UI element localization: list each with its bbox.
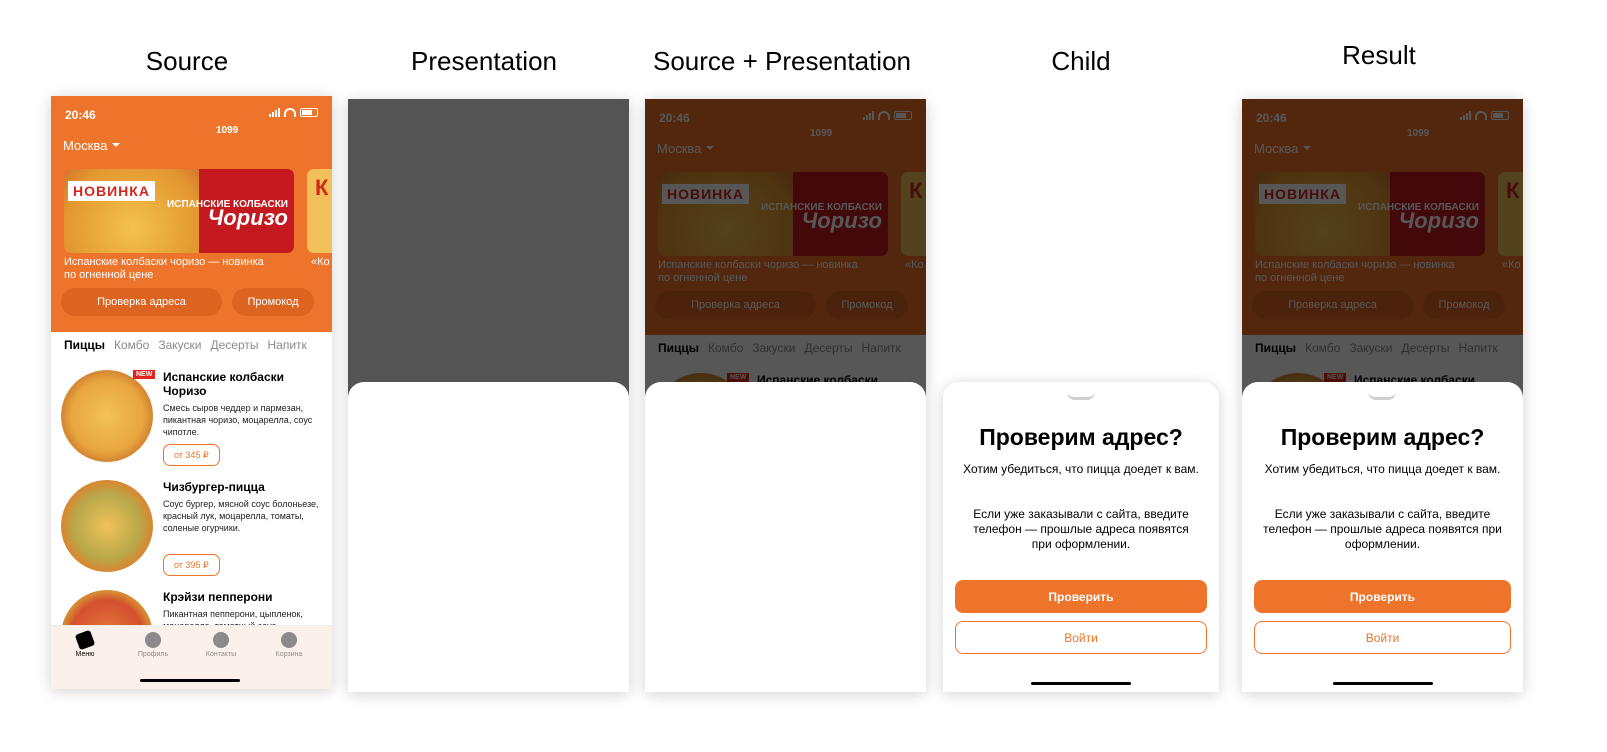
address-sheet: Проверим адрес? Хотим убедиться, что пиц… [1242, 382, 1523, 692]
banner2-caption: «Ко [311, 256, 330, 268]
coins-counter[interactable]: 1099 [216, 125, 238, 136]
price-button[interactable]: от 395 ₽ [163, 554, 220, 576]
city-selector[interactable]: Москва [63, 138, 120, 153]
column-title-source: Source [145, 46, 229, 76]
tab-snacks[interactable]: Закуски [158, 338, 201, 352]
price-button[interactable]: от 345 ₽ [163, 444, 220, 466]
phone-result: 20:46 1099 Москва НОВИНКА ИСПАНСКИЕ КОЛБ… [1242, 99, 1523, 692]
status-bar: 20:46 [51, 96, 332, 136]
product-name: Чизбургер-пицца [163, 480, 265, 494]
nav-profile[interactable]: Профиль [123, 632, 183, 658]
product-item[interactable]: Чизбургер-пицца Соус бургер, мясной соус… [61, 480, 326, 585]
location-pin-icon [213, 632, 229, 648]
sheet-text-2: Если уже заказывали с сайта, введите тел… [1263, 507, 1502, 551]
pizza-slice-icon [74, 629, 96, 651]
check-address-button[interactable]: Проверка адреса [61, 288, 222, 316]
signal-icon [269, 108, 280, 117]
sheet-title: Проверим адрес? [1280, 424, 1485, 450]
cart-icon [281, 632, 297, 648]
category-tabs: Пиццы Комбо Закуски Десерты Напитк [64, 338, 307, 352]
status-time: 20:46 [65, 108, 96, 122]
blank-sheet [645, 382, 926, 692]
column-title-result: Result [1342, 40, 1416, 70]
banner-badge: НОВИНКА [68, 181, 155, 201]
home-indicator [1031, 682, 1131, 685]
status-icons [269, 108, 318, 117]
column-title-source-presentation: Source + Presentation [653, 46, 911, 76]
tab-combo[interactable]: Комбо [114, 338, 149, 352]
blank-sheet [348, 382, 629, 692]
banner-brand-main: Чоризо [207, 205, 288, 230]
battery-icon [300, 108, 318, 117]
pizza-image [61, 370, 153, 462]
login-button[interactable]: Войти [955, 621, 1207, 654]
phone-presentation [348, 99, 629, 692]
column-title-presentation: Presentation [411, 46, 557, 76]
promo-code-button[interactable]: Промокод [232, 288, 314, 316]
person-icon [145, 632, 161, 648]
sheet-text-1: Хотим убедиться, что пицца доедет к вам. [1264, 462, 1501, 476]
phone-source: 20:46 1099 Москва НОВИНКА ИСПАНСКИЕ КОЛБ… [51, 96, 332, 689]
login-button[interactable]: Войти [1254, 621, 1511, 654]
chevron-down-icon[interactable] [1368, 392, 1396, 400]
banner-caption: Испанские колбаски чоризо — новинка по о… [64, 256, 264, 281]
check-button[interactable]: Проверить [1254, 580, 1511, 613]
bottom-tab-bar: Меню Профиль Контакты Корзина [51, 625, 332, 689]
column-title-child: Child [1051, 46, 1111, 76]
nav-cart[interactable]: Корзина [259, 632, 319, 658]
nav-cart-label: Корзина [275, 651, 303, 658]
sheet-text-1: Хотим убедиться, что пицца доедет к вам. [963, 462, 1199, 476]
phone-source-presentation: 20:46 1099 Москва НОВИНКА ИСПАНСКИЕ КОЛБ… [645, 99, 926, 692]
sheet-title: Проверим адрес? [979, 424, 1183, 450]
product-description: Соус бургер, мясной соус болоньезе, крас… [163, 499, 319, 533]
nav-menu-label: Меню [75, 651, 95, 658]
product-item[interactable]: NEW Испанские колбаски Чоризо Смесь сыро… [61, 370, 326, 475]
promo-banner[interactable]: НОВИНКА ИСПАНСКИЕ КОЛБАСКИ Чоризо [64, 169, 294, 253]
new-badge: NEW [133, 370, 156, 379]
nav-profile-label: Профиль [137, 651, 169, 658]
chevron-down-icon[interactable] [1067, 392, 1095, 400]
promo-banner-2[interactable] [307, 169, 332, 253]
phone-child: Проверим адрес? Хотим убедиться, что пиц… [943, 382, 1219, 692]
home-indicator [140, 679, 240, 682]
check-button[interactable]: Проверить [955, 580, 1207, 613]
banner-brand: ИСПАНСКИЕ КОЛБАСКИЧоризо [167, 199, 288, 230]
nav-contacts-label: Контакты [205, 651, 237, 658]
tab-desserts[interactable]: Десерты [210, 338, 258, 352]
product-name: Крэйзи пепперони [163, 590, 273, 604]
nav-menu[interactable]: Меню [55, 629, 115, 658]
tab-pizzas[interactable]: Пиццы [64, 338, 105, 352]
sheet-text-2: Если уже заказывали с сайта, введите тел… [973, 507, 1189, 551]
wifi-icon [284, 108, 296, 117]
product-description: Смесь сыров чеддер и пармезан, пикантная… [163, 403, 313, 437]
nav-contacts[interactable]: Контакты [191, 632, 251, 658]
product-name: Испанские колбаски Чоризо [163, 370, 285, 398]
tab-drinks[interactable]: Напитк [267, 338, 306, 352]
pizza-image [61, 480, 153, 572]
home-indicator [1333, 682, 1433, 685]
address-sheet: Проверим адрес? Хотим убедиться, что пиц… [943, 382, 1219, 692]
